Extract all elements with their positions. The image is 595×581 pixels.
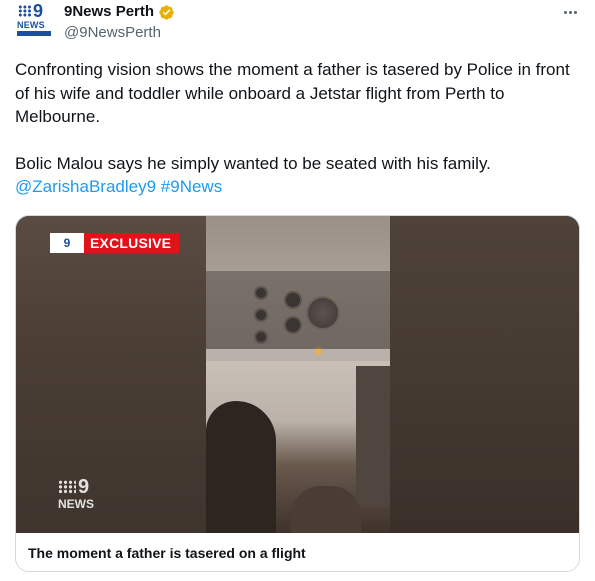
tweet-paragraph-2: Bolic Malou says he simply wanted to be …: [15, 152, 580, 199]
more-dot: [568, 10, 572, 14]
tweet-paragraph-2-text: Bolic Malou says he simply wanted to be …: [15, 153, 491, 173]
avatar-logo-numeral: 9: [33, 1, 44, 21]
avatar-logo-bar: [17, 31, 51, 36]
handle[interactable]: @9NewsPerth: [64, 23, 175, 43]
media-caption[interactable]: The moment a father is tasered on a flig…: [16, 533, 579, 571]
avatar[interactable]: 9 NEWS: [15, 2, 53, 40]
video-player[interactable]: 9 EXCLUSIVE 9 NEWS: [16, 216, 579, 533]
display-name[interactable]: 9News Perth: [64, 2, 154, 22]
passenger-silhouette: [206, 401, 276, 533]
reading-light-knob: [284, 291, 302, 309]
passenger-silhouette: [291, 486, 361, 533]
exclusive-badge-label: EXCLUSIVE: [84, 233, 180, 253]
mention-link[interactable]: @ZarishaBradley9: [15, 177, 156, 196]
account-names: 9News Perth @9NewsPerth: [64, 2, 175, 43]
more-dot: [563, 10, 567, 14]
video-frame: [206, 216, 390, 533]
indicator-light: [316, 349, 321, 354]
watermark-dots-graphic: [58, 480, 76, 494]
speaker-grille: [306, 296, 340, 330]
tweet-text: Confronting vision shows the moment a fa…: [15, 58, 580, 199]
avatar-logo-text: NEWS: [17, 20, 45, 30]
exclusive-badge: 9 EXCLUSIVE: [50, 233, 180, 253]
overhead-panel: [206, 271, 390, 361]
video-blur-right: [390, 216, 579, 533]
tweet-card: 9 NEWS 9News Perth @9NewsPerth Confronti…: [0, 0, 595, 581]
avatar-dots-graphic: [18, 5, 32, 17]
tweet-paragraph-1: Confronting vision shows the moment a fa…: [15, 60, 570, 126]
media-card[interactable]: 9 EXCLUSIVE 9 NEWS The moment a father i…: [15, 215, 580, 572]
hashtag-link[interactable]: #9News: [161, 177, 222, 196]
watermark-numeral: 9: [78, 476, 90, 498]
air-vent-knob: [254, 330, 268, 344]
more-options-icon[interactable]: [556, 2, 584, 22]
more-dot: [573, 10, 577, 14]
seat-edge: [356, 366, 390, 506]
air-vent-knob: [254, 286, 268, 300]
air-vent-knob: [254, 308, 268, 322]
watermark-text: NEWS: [58, 497, 94, 511]
exclusive-badge-logo: 9: [50, 233, 84, 253]
reading-light-knob: [284, 316, 302, 334]
channel-watermark: 9 NEWS: [56, 476, 100, 512]
display-name-row[interactable]: 9News Perth: [64, 2, 175, 22]
overhead-panel-edge: [206, 349, 390, 361]
video-blur-left: [16, 216, 206, 533]
cabin-ceiling: [206, 216, 390, 271]
verified-badge-icon: [159, 4, 174, 20]
